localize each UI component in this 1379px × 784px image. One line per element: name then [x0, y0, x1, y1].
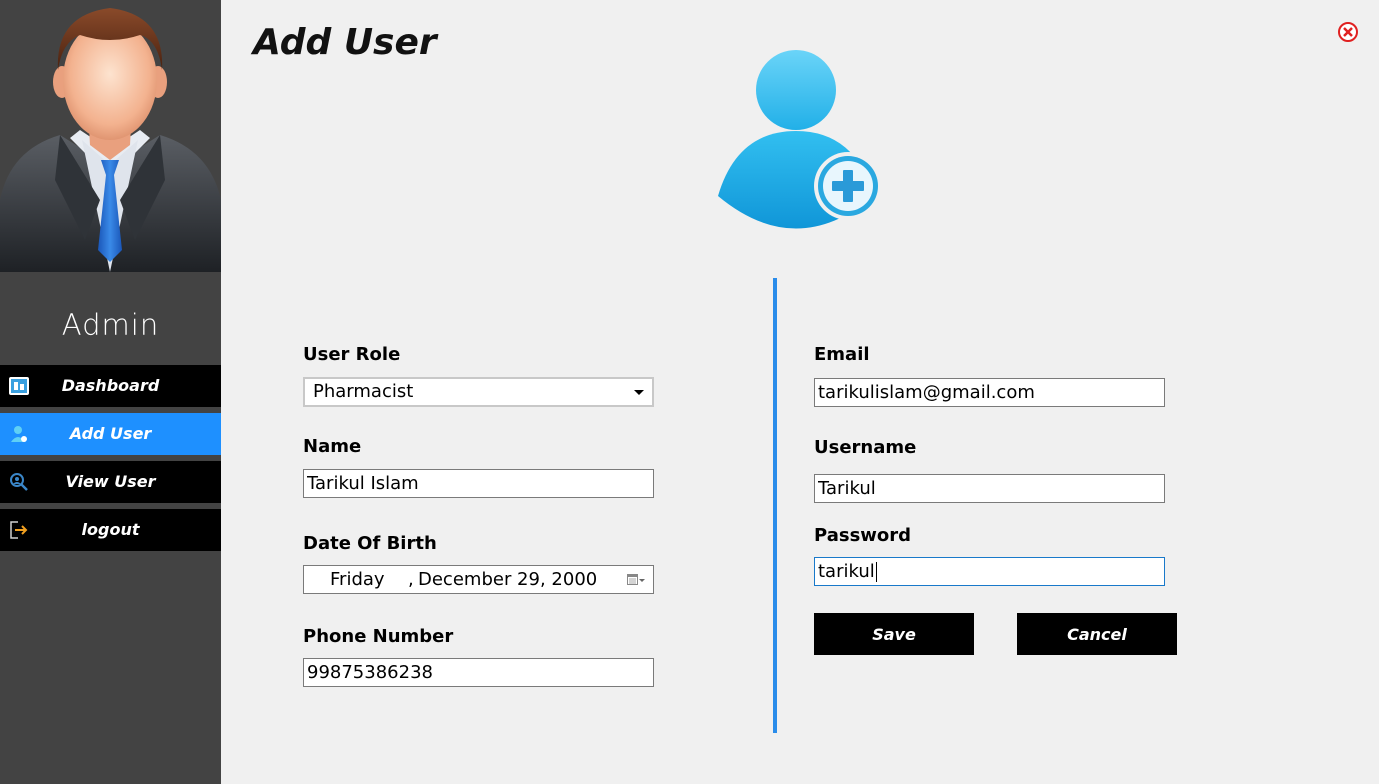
dob-picker[interactable]: Friday , December 29, 2000: [303, 565, 654, 594]
sidebar-item-label: logout: [81, 520, 140, 539]
sidebar: Admin Dashboard Add User View User logou…: [0, 0, 221, 784]
user-role-label: User Role: [303, 344, 401, 365]
email-input[interactable]: [814, 378, 1165, 407]
name-input[interactable]: [303, 469, 654, 498]
add-user-hero-icon: [718, 50, 882, 229]
name-label: Name: [303, 436, 362, 457]
chevron-down-icon: [634, 390, 644, 395]
close-icon[interactable]: [1337, 21, 1359, 43]
text-caret: [875, 562, 877, 582]
username-input[interactable]: [814, 474, 1165, 503]
avatar: [0, 0, 221, 272]
phone-input[interactable]: [303, 658, 654, 687]
dob-day: Friday: [330, 569, 385, 590]
sidebar-item-logout[interactable]: logout: [0, 509, 221, 551]
calendar-dropdown-icon[interactable]: [627, 573, 645, 587]
user-role-value: Pharmacist: [313, 381, 414, 402]
page-title: Add User: [253, 22, 437, 63]
cancel-button[interactable]: Cancel: [1017, 613, 1177, 655]
sidebar-item-label: View User: [65, 472, 156, 491]
sidebar-item-label: Dashboard: [61, 376, 160, 395]
phone-label: Phone Number: [303, 626, 454, 647]
username-label: Username: [814, 437, 917, 458]
save-button[interactable]: Save: [814, 613, 974, 655]
sidebar-item-label: Add User: [69, 424, 152, 443]
dob-label: Date Of Birth: [303, 533, 437, 554]
email-label: Email: [814, 344, 870, 365]
admin-name: Admin: [61, 308, 160, 342]
form-divider: [773, 278, 777, 733]
password-label: Password: [814, 525, 912, 546]
user-role-select[interactable]: Pharmacist: [303, 377, 654, 407]
admin-avatar-icon: [0, 8, 221, 272]
sidebar-item-dashboard[interactable]: Dashboard: [0, 365, 221, 407]
sidebar-item-view-user[interactable]: View User: [0, 461, 221, 503]
password-input[interactable]: tarikul: [814, 557, 1165, 586]
dob-comma: ,: [408, 569, 414, 590]
dob-date: December 29, 2000: [418, 569, 598, 590]
sidebar-item-add-user[interactable]: Add User: [0, 413, 221, 455]
password-value: tarikul: [818, 561, 875, 582]
